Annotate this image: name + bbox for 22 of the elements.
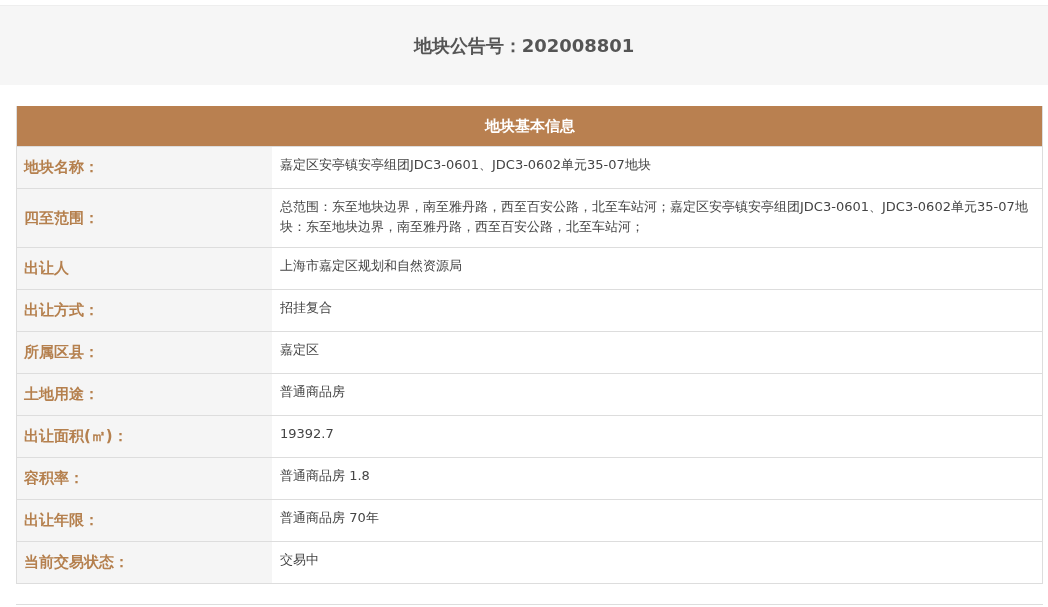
field-value: 19392.7 — [279, 425, 335, 443]
notice-title: 地块公告号：202008801 — [413, 33, 635, 58]
field-value: 普通商品房 — [279, 383, 346, 401]
field-label: 四至范围： — [17, 189, 272, 247]
field-label: 出让面积(㎡)： — [17, 416, 272, 457]
field-label: 土地用途： — [17, 374, 272, 415]
field-value: 嘉定区 — [279, 341, 320, 359]
field-label: 所属区县： — [17, 332, 272, 373]
field-label: 容积率： — [17, 458, 272, 499]
field-value: 普通商品房 70年 — [279, 509, 380, 527]
field-value: 交易中 — [279, 551, 320, 569]
field-label: 出让人 — [17, 248, 272, 289]
table-header: 地块基本信息 — [17, 106, 1042, 146]
field-label: 出让年限： — [17, 500, 272, 541]
field-label: 当前交易状态： — [17, 542, 272, 583]
field-value: 招挂复合 — [279, 299, 333, 317]
field-value: 嘉定区安亭镇安亭组团JDC3-0601、JDC3-0602单元35-07地块 — [279, 156, 652, 174]
field-value: 总范围：东至地块边界，南至雅丹路，西至百安公路，北至车站河；嘉定区安亭镇安亭组团JDC3-0601、JDC3-0602单元35-07地块：东至地块边界，南至雅丹路，西至百安公路，北至车站河； — [279, 198, 1029, 236]
field-label: 地块名称： — [17, 147, 272, 188]
field-label: 出让方式： — [17, 290, 272, 331]
field-value: 上海市嘉定区规划和自然资源局 — [279, 257, 463, 275]
field-value: 普通商品房 1.8 — [279, 467, 371, 485]
